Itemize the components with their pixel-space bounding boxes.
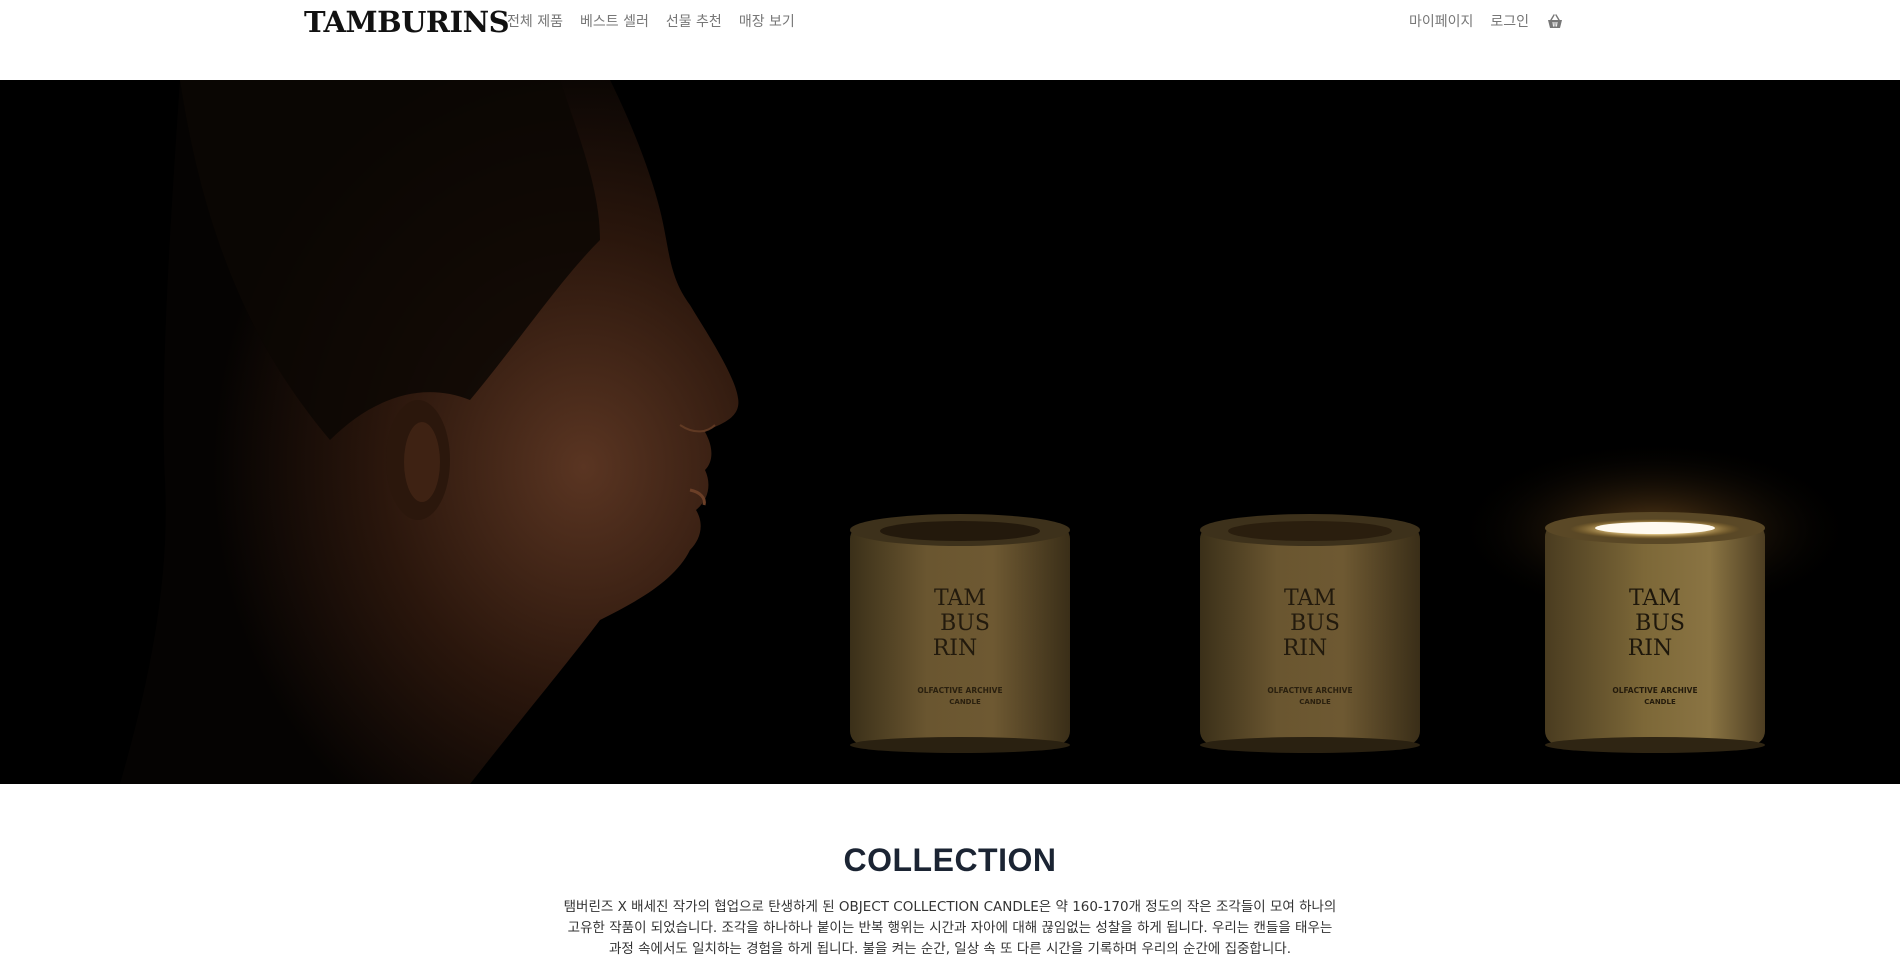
main-nav: 전체 제품 베스트 셀러 선물 추천 매장 보기 bbox=[507, 12, 795, 32]
hero-image: TAM BUS RIN OLFACTIVE ARCHIVE CANDLE TAM… bbox=[0, 80, 1900, 784]
svg-text:BUS: BUS bbox=[940, 611, 990, 636]
svg-text:RIN: RIN bbox=[1283, 636, 1328, 661]
svg-text:CANDLE: CANDLE bbox=[1644, 698, 1676, 706]
nav-item-all-products[interactable]: 전체 제품 bbox=[507, 12, 563, 32]
svg-text:BUS: BUS bbox=[1290, 611, 1340, 636]
svg-text:RIN: RIN bbox=[933, 636, 978, 661]
site-header: TAMBURINS 전체 제품 베스트 셀러 선물 추천 매장 보기 마이페이지… bbox=[0, 0, 1900, 80]
nav-item-best-seller[interactable]: 베스트 셀러 bbox=[580, 12, 649, 32]
collection-desc-line: 탬버린즈 X 배세진 작가의 협업으로 탄생하게 된 OBJECT COLLEC… bbox=[563, 899, 1337, 915]
svg-text:OLFACTIVE ARCHIVE: OLFACTIVE ARCHIVE bbox=[1612, 686, 1697, 695]
svg-text:TAM: TAM bbox=[1284, 586, 1336, 611]
svg-text:CANDLE: CANDLE bbox=[1299, 698, 1331, 706]
collection-desc-line: 과정 속에서도 일치하는 경험을 하게 됩니다. 불을 켜는 순간, 일상 속 … bbox=[609, 941, 1291, 957]
nav-item-stores[interactable]: 매장 보기 bbox=[739, 12, 795, 32]
svg-text:OLFACTIVE ARCHIVE: OLFACTIVE ARCHIVE bbox=[917, 686, 1002, 695]
svg-text:CANDLE: CANDLE bbox=[949, 698, 981, 706]
collection-description: 탬버린즈 X 배세진 작가의 협업으로 탄생하게 된 OBJECT COLLEC… bbox=[520, 897, 1380, 960]
brand-logo[interactable]: TAMBURINS bbox=[304, 5, 510, 39]
hero-banner: TAM BUS RIN OLFACTIVE ARCHIVE CANDLE TAM… bbox=[0, 80, 1900, 784]
svg-text:OLFACTIVE ARCHIVE: OLFACTIVE ARCHIVE bbox=[1267, 686, 1352, 695]
svg-text:RIN: RIN bbox=[1628, 636, 1673, 661]
candle-2: TAM BUS RIN OLFACTIVE ARCHIVE CANDLE bbox=[1200, 514, 1420, 753]
nav-item-gift[interactable]: 선물 추천 bbox=[666, 12, 722, 32]
collection-desc-line: 고유한 작품이 되었습니다. 조각을 하나하나 붙이는 반복 행위는 시간과 자… bbox=[567, 920, 1333, 936]
basket-icon[interactable] bbox=[1546, 13, 1564, 31]
candle-1: TAM BUS RIN OLFACTIVE ARCHIVE CANDLE bbox=[850, 514, 1070, 753]
svg-text:TAM: TAM bbox=[934, 586, 986, 611]
user-nav: 마이페이지 로그인 bbox=[1409, 12, 1564, 32]
nav-item-mypage[interactable]: 마이페이지 bbox=[1409, 12, 1473, 32]
svg-text:TAM: TAM bbox=[1629, 586, 1681, 611]
collection-section: COLLECTION 탬버린즈 X 배세진 작가의 협업으로 탄생하게 된 OB… bbox=[0, 784, 1900, 962]
svg-text:BUS: BUS bbox=[1635, 611, 1685, 636]
collection-title: COLLECTION bbox=[843, 842, 1057, 878]
nav-item-login[interactable]: 로그인 bbox=[1490, 12, 1529, 32]
